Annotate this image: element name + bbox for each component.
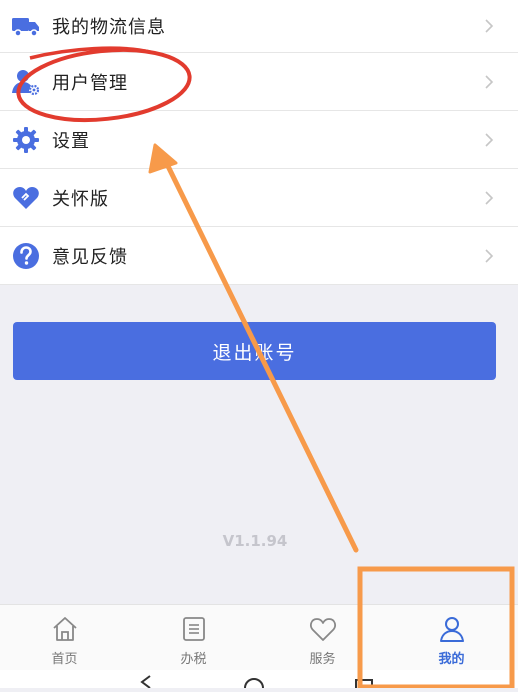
menu-item-feedback[interactable]: 意见反馈 [0, 227, 518, 285]
system-nav-bar [0, 670, 518, 692]
chevron-right-icon [485, 19, 494, 33]
gear-icon [11, 125, 41, 155]
menu-item-logistics[interactable]: 我的物流信息 [0, 0, 518, 53]
menu-item-label: 意见反馈 [52, 246, 128, 268]
menu-list: 我的物流信息 用户管理 设置 关怀版 意见反馈 [0, 0, 518, 285]
version-label: V1.1.94 [222, 532, 288, 550]
menu-item-label: 我的物流信息 [52, 17, 166, 38]
tab-label: 首页 [51, 652, 78, 667]
chevron-right-icon [485, 248, 494, 263]
menu-item-user-management[interactable]: 用户管理 [0, 53, 518, 111]
heart-icon [11, 183, 41, 213]
tab-tax[interactable]: 办税 [129, 605, 258, 671]
tab-services[interactable]: 服务 [258, 605, 387, 671]
list-icon [182, 617, 205, 641]
heart-outline-icon [309, 618, 336, 641]
system-nav-icons [140, 675, 373, 692]
tab-label: 办税 [180, 652, 207, 667]
chevron-right-icon [485, 190, 494, 205]
truck-icon [11, 11, 41, 41]
question-icon [11, 241, 41, 271]
chevron-right-icon [485, 74, 494, 89]
chevron-right-icon [485, 132, 494, 147]
tab-label: 服务 [309, 652, 336, 667]
menu-item-settings[interactable]: 设置 [0, 111, 518, 169]
person-icon [439, 617, 464, 642]
user-settings-icon [11, 67, 41, 97]
bottom-tab-bar: 首页 办税 服务 我的 [0, 604, 518, 671]
tab-label: 我的 [438, 652, 465, 667]
menu-item-label: 关怀版 [52, 188, 109, 210]
logout-button[interactable]: 退出账号 [13, 322, 496, 380]
menu-item-label: 用户管理 [52, 72, 128, 94]
home-icon [52, 617, 77, 641]
menu-item-care-edition[interactable]: 关怀版 [0, 169, 518, 227]
menu-item-label: 设置 [52, 130, 90, 152]
tab-home[interactable]: 首页 [0, 605, 129, 671]
tab-mine[interactable]: 我的 [387, 605, 516, 671]
